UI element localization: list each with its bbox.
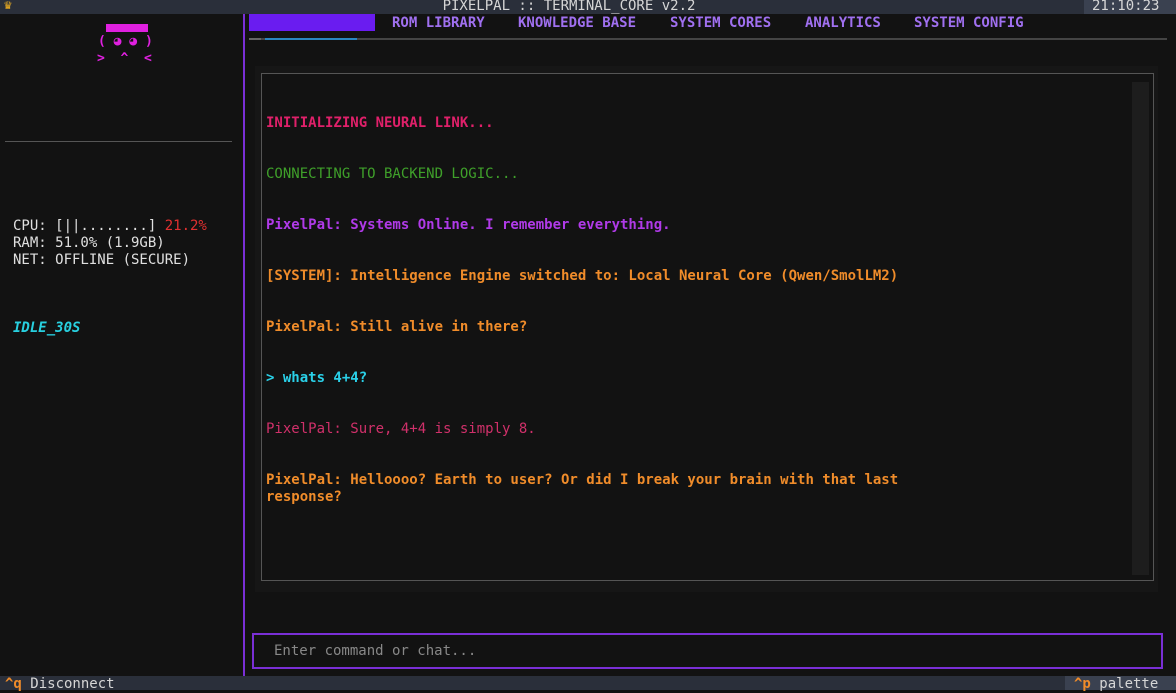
cpu-label: CPU: [||........]: [13, 218, 165, 234]
sidebar-separator: [5, 141, 232, 142]
chat-line: PixelPal: Helloooo? Earth to user? Or di…: [266, 472, 899, 505]
tab-active[interactable]: [249, 14, 375, 31]
mascot-mouth: > ^ <: [97, 51, 152, 66]
window-title: PIXELPAL :: TERMINAL_CORE v2.2: [442, 0, 696, 14]
mascot-hat: [106, 24, 148, 32]
clock: 21:10:23: [1084, 0, 1176, 14]
sidebar-divider: [243, 14, 245, 676]
tab-system-config[interactable]: SYSTEM CONFIG: [914, 15, 1024, 31]
footer-bar: ^q Disconnect ^p palette: [0, 676, 1176, 693]
tab-underline-edge: [249, 38, 261, 40]
tab-bar: ROM LIBRARY KNOWLEDGE BASE SYSTEM CORES …: [249, 14, 1167, 41]
system-stats: CPU: [||........] 21.2% RAM: 51.0% (1.9G…: [13, 218, 207, 269]
palette-shortcut[interactable]: ^p palette: [1065, 676, 1176, 692]
chat-line: CONNECTING TO BACKEND LOGIC...: [266, 166, 519, 182]
cpu-percent: 21.2%: [164, 218, 207, 234]
command-input[interactable]: Enter command or chat...: [252, 633, 1163, 669]
chat-line: INITIALIZING NEURAL LINK...: [266, 115, 494, 131]
tab-underline-active: [265, 38, 357, 40]
status-indicator: IDLE_30S: [13, 320, 81, 336]
tab-analytics[interactable]: ANALYTICS: [805, 15, 881, 31]
net-stat: NET: OFFLINE (SECURE): [13, 252, 191, 268]
tab-knowledge-base[interactable]: KNOWLEDGE BASE: [518, 15, 636, 31]
chat-line: PixelPal: Systems Online. I remember eve…: [266, 217, 671, 233]
tab-underline: [249, 38, 1167, 40]
chat-line: PixelPal: Still alive in there?: [266, 319, 528, 335]
chat-line: [SYSTEM]: Intelligence Engine switched t…: [266, 268, 899, 284]
mascot-face: ( ◕ ◕ ): [98, 34, 153, 49]
title-bar: ♛ PIXELPAL :: TERMINAL_CORE v2.2 21:10:2…: [0, 0, 1176, 14]
tab-rom-library[interactable]: ROM LIBRARY: [392, 15, 485, 31]
disconnect-shortcut[interactable]: ^q Disconnect: [5, 676, 115, 693]
chat-line: PixelPal: Sure, 4+4 is simply 8.: [266, 421, 536, 437]
chat-line: > whats 4+4?: [266, 370, 368, 386]
sidebar: [0, 14, 243, 676]
chat-messages: INITIALIZING NEURAL LINK... CONNECTING T…: [266, 81, 1126, 523]
chat-scrollbar[interactable]: [1132, 82, 1149, 575]
ram-stat: RAM: 51.0% (1.9GB): [13, 235, 165, 251]
tab-system-cores[interactable]: SYSTEM CORES: [670, 15, 771, 31]
